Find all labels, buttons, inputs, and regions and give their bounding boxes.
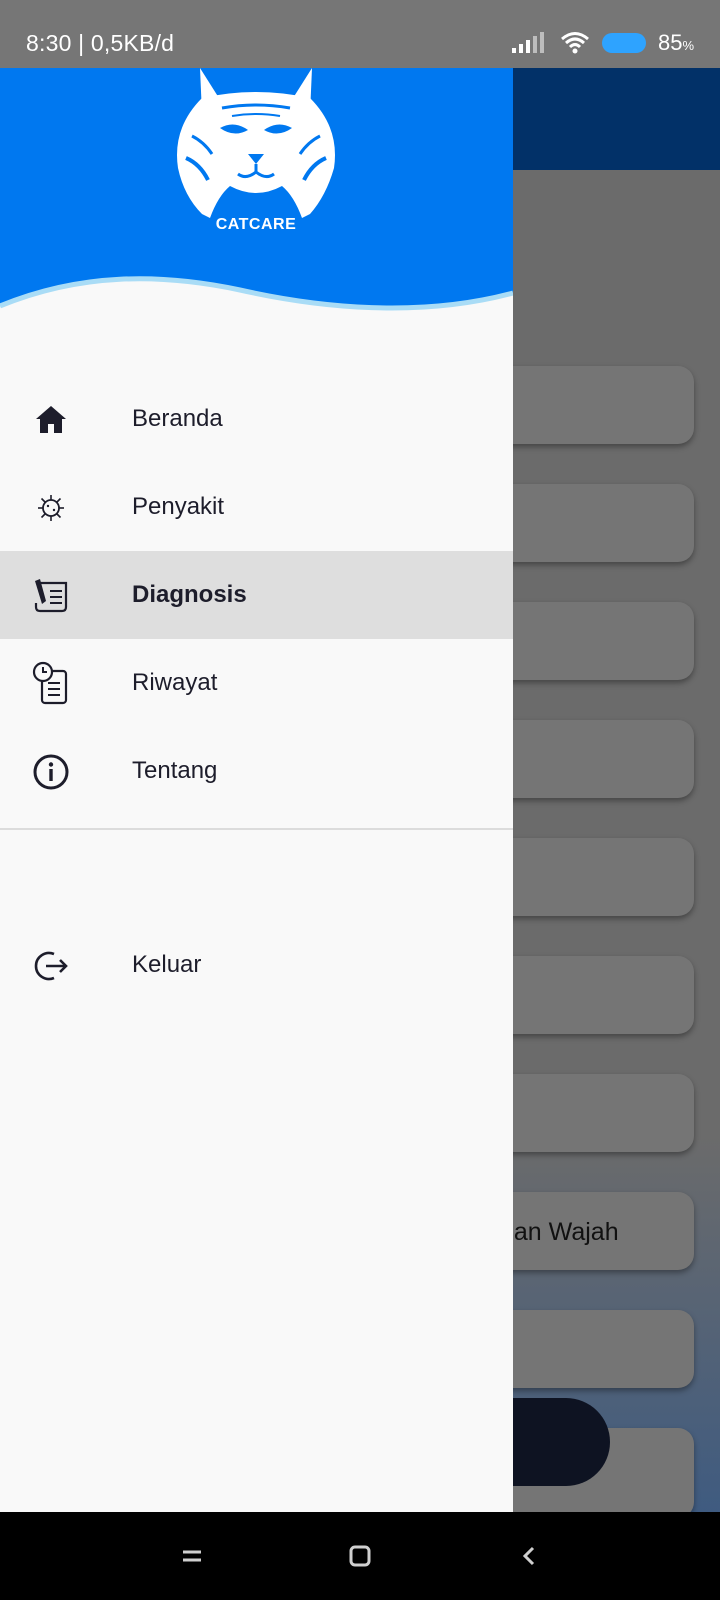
- drawer-menu: Beranda Penyakit Diagnosis Riwayat Tenta…: [0, 375, 513, 815]
- menu-item-tentang[interactable]: Tentang: [0, 727, 513, 815]
- battery-level: 85%: [657, 30, 694, 55]
- logout-label: Keluar: [132, 951, 202, 978]
- home-button-icon[interactable]: [344, 1540, 376, 1572]
- system-nav-bar: [0, 1512, 720, 1600]
- menu-item-diagnosis[interactable]: Diagnosis: [0, 551, 513, 639]
- virus-icon: [38, 495, 64, 521]
- info-icon: [33, 754, 69, 790]
- home-icon: [36, 406, 66, 433]
- drawer-header: CATCARE: [0, 68, 513, 328]
- menu-divider: [0, 828, 513, 830]
- history-icon: [32, 661, 68, 705]
- logout-button[interactable]: Keluar: [0, 921, 513, 1009]
- wifi-icon: [560, 32, 589, 54]
- menu-item-penyakit[interactable]: Penyakit: [0, 463, 513, 551]
- back-icon[interactable]: [514, 1540, 546, 1572]
- diagnosis-icon: [34, 579, 68, 613]
- logout-icon: [34, 951, 68, 981]
- menu-item-beranda[interactable]: Beranda: [0, 375, 513, 463]
- menu-icon[interactable]: [176, 1540, 208, 1572]
- status-indicators: 85%: [511, 30, 694, 56]
- navigation-drawer: CATCARE Beranda Penyakit Diagnosis Riway…: [0, 68, 513, 1512]
- menu-item-label: Tentang: [132, 757, 218, 784]
- brand-name: CATCARE: [215, 216, 297, 233]
- menu-item-label: Riwayat: [132, 669, 218, 696]
- status-time: 8:30 | 0,5KB/d: [26, 30, 175, 56]
- menu-item-label: Diagnosis: [132, 581, 247, 608]
- status-bar: 8:30 | 0,5KB/d 85%: [0, 0, 720, 68]
- menu-item-label: Beranda: [132, 405, 223, 432]
- signal-icon: [511, 32, 544, 53]
- menu-item-label: Penyakit: [132, 493, 225, 520]
- menu-item-riwayat[interactable]: Riwayat: [0, 639, 513, 727]
- cat-logo-icon: [177, 68, 335, 218]
- battery-icon: [601, 33, 646, 53]
- catcare-logo: CATCARE: [162, 68, 350, 240]
